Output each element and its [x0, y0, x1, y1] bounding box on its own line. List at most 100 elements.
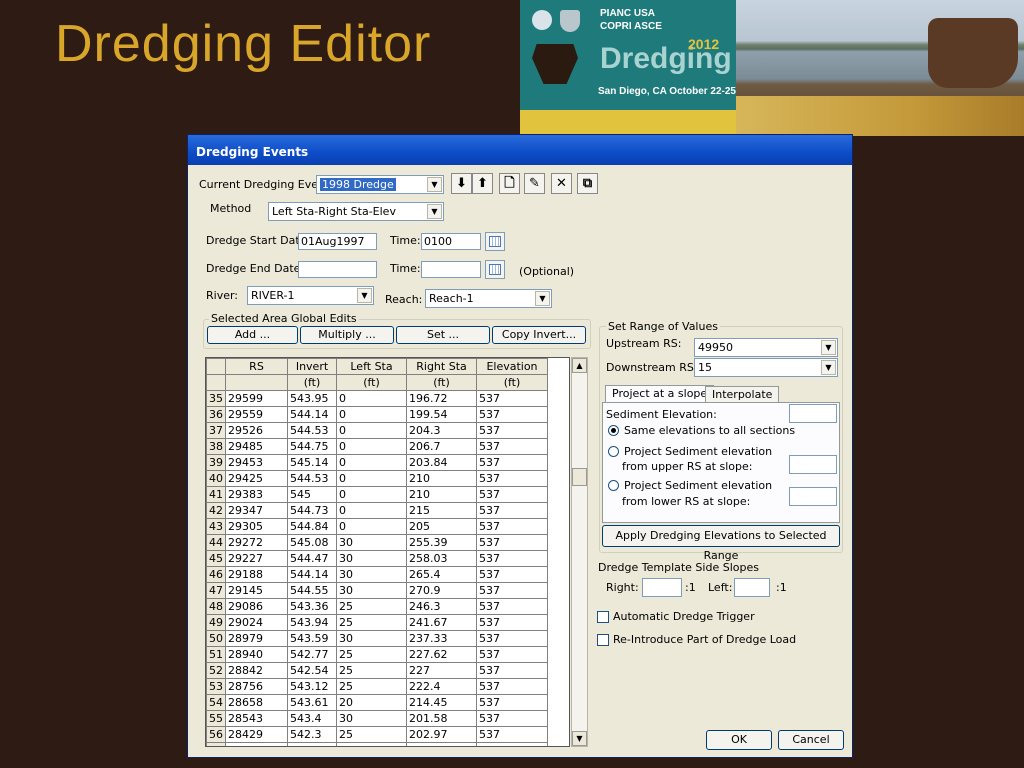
table-row[interactable]: 35 29599 543.95 0 196.72 537	[206, 390, 548, 407]
chevron-down-icon[interactable]: ▼	[821, 340, 836, 355]
table-cell[interactable]: 28293	[225, 742, 288, 746]
same-elevations-radio[interactable]	[608, 425, 619, 436]
multiply-button[interactable]: Multiply ...	[300, 326, 394, 344]
table-cell[interactable]: 30	[336, 534, 407, 551]
table-cell[interactable]: 205	[406, 518, 477, 535]
table-cell[interactable]: 0	[336, 422, 407, 439]
table-cell[interactable]: 30	[336, 566, 407, 583]
table-row[interactable]: 47 29145 544.55 30 270.9 537	[206, 582, 548, 599]
table-cell[interactable]: 206.7	[406, 438, 477, 455]
copy-invert-button[interactable]: Copy Invert...	[492, 326, 586, 344]
table-cell[interactable]: 537	[476, 598, 548, 615]
table-cell[interactable]: 543.12	[287, 678, 337, 695]
table-cell[interactable]: 25	[336, 678, 407, 695]
table-cell[interactable]: 29347	[225, 502, 288, 519]
table-cell[interactable]: 544.47	[287, 550, 337, 567]
table-cell[interactable]: 25	[336, 646, 407, 663]
table-cell[interactable]: 545.14	[287, 454, 337, 471]
table-cell[interactable]: 537	[476, 454, 548, 471]
table-cell[interactable]: 542.83	[287, 742, 337, 746]
table-cell[interactable]: 543.61	[287, 694, 337, 711]
add-button[interactable]: Add ...	[207, 326, 298, 344]
table-cell[interactable]: 537	[476, 502, 548, 519]
ok-button[interactable]: OK	[706, 730, 772, 750]
column-header[interactable]: Right Sta	[406, 358, 477, 375]
scroll-thumb[interactable]	[572, 468, 587, 486]
table-cell[interactable]: 544.14	[287, 406, 337, 423]
end-date-field[interactable]	[298, 261, 377, 278]
table-cell[interactable]: 29526	[225, 422, 288, 439]
reach-select[interactable]: Reach-1 ▼	[425, 289, 552, 308]
table-cell[interactable]: 543.59	[287, 630, 337, 647]
table-cell[interactable]: 29305	[225, 518, 288, 535]
table-cell[interactable]: 0	[336, 470, 407, 487]
downstream-select[interactable]: 15 ▼	[694, 358, 838, 377]
table-cell[interactable]: 210	[406, 470, 477, 487]
table-cell[interactable]: 265.4	[406, 566, 477, 583]
table-cell[interactable]: 28429	[225, 726, 288, 743]
table-cell[interactable]: 196.72	[406, 390, 477, 407]
table-row[interactable]: 39 29453 545.14 0 203.84 537	[206, 454, 548, 471]
scroll-up-icon[interactable]: ▲	[572, 358, 587, 373]
table-cell[interactable]: 537	[476, 438, 548, 455]
table-cell[interactable]: 25	[336, 598, 407, 615]
left-slope-field[interactable]	[734, 578, 770, 597]
table-row[interactable]: 40 29425 544.53 0 210 537	[206, 470, 548, 487]
table-cell[interactable]: 199.54	[406, 406, 477, 423]
table-cell[interactable]: 545.08	[287, 534, 337, 551]
table-cell[interactable]: 544.53	[287, 422, 337, 439]
river-select[interactable]: RIVER-1 ▼	[247, 286, 374, 305]
chevron-down-icon[interactable]: ▼	[535, 291, 550, 306]
move-down-button[interactable]: ⬇	[451, 173, 472, 194]
table-cell[interactable]: 542.54	[287, 662, 337, 679]
table-cell[interactable]: 241.67	[406, 614, 477, 631]
table-cell[interactable]: 537	[476, 694, 548, 711]
table-row[interactable]: 46 29188 544.14 30 265.4 537	[206, 566, 548, 583]
table-row[interactable]: 55 28543 543.4 30 201.58 537	[206, 710, 548, 727]
table-cell[interactable]: 537	[476, 406, 548, 423]
table-cell[interactable]: 537	[476, 390, 548, 407]
table-cell[interactable]	[336, 742, 407, 746]
table-cell[interactable]: 227.62	[406, 646, 477, 663]
scroll-down-icon[interactable]: ▼	[572, 731, 587, 746]
table-cell[interactable]: 29272	[225, 534, 288, 551]
copy-event-button[interactable]: ⧉	[577, 173, 598, 194]
reintroduce-checkbox[interactable]	[597, 634, 609, 646]
table-cell[interactable]: 203.84	[406, 454, 477, 471]
table-cell[interactable]: 537	[476, 710, 548, 727]
table-cell[interactable]: 544.55	[287, 582, 337, 599]
column-header[interactable]: Left Sta	[336, 358, 407, 375]
tab-project-at-slope[interactable]: Project at a slope	[605, 385, 715, 403]
table-row[interactable]: 41 29383 545 0 210 537	[206, 486, 548, 503]
grid-scrollbar[interactable]: ▲ ▼	[571, 357, 588, 747]
table-cell[interactable]: 28658	[225, 694, 288, 711]
table-row[interactable]: 44 29272 545.08 30 255.39 537	[206, 534, 548, 551]
table-cell[interactable]: 222.4	[406, 678, 477, 695]
table-cell[interactable]: 25	[336, 614, 407, 631]
table-cell[interactable]: 0	[336, 518, 407, 535]
lower-slope-field[interactable]	[789, 487, 837, 506]
table-cell[interactable]: 258.03	[406, 550, 477, 567]
table-cell[interactable]: 0	[336, 438, 407, 455]
table-row[interactable]: 48 29086 543.36 25 246.3 537	[206, 598, 548, 615]
table-cell[interactable]: 29485	[225, 438, 288, 455]
column-header[interactable]: RS	[225, 358, 288, 375]
calendar-icon[interactable]	[485, 260, 505, 279]
table-cell[interactable]: 29383	[225, 486, 288, 503]
table-cell[interactable]: 29188	[225, 566, 288, 583]
table-cell[interactable]: 215	[406, 502, 477, 519]
table-cell[interactable]: 202.97	[406, 726, 477, 743]
column-header[interactable]: Invert	[287, 358, 337, 375]
table-cell[interactable]: 25	[336, 726, 407, 743]
table-cell[interactable]: 270.9	[406, 582, 477, 599]
table-cell[interactable]: 537	[476, 422, 548, 439]
upper-slope-radio[interactable]	[608, 446, 619, 457]
current-event-select[interactable]: 1998 Dredge ▼	[316, 175, 444, 194]
table-cell[interactable]: 237.33	[406, 630, 477, 647]
table-cell[interactable]: 543.36	[287, 598, 337, 615]
table-cell[interactable]: 29145	[225, 582, 288, 599]
table-cell[interactable]	[476, 742, 548, 746]
move-up-button[interactable]: ⬆	[472, 173, 493, 194]
table-row[interactable]: 36 29559 544.14 0 199.54 537	[206, 406, 548, 423]
table-cell[interactable]: 537	[476, 470, 548, 487]
